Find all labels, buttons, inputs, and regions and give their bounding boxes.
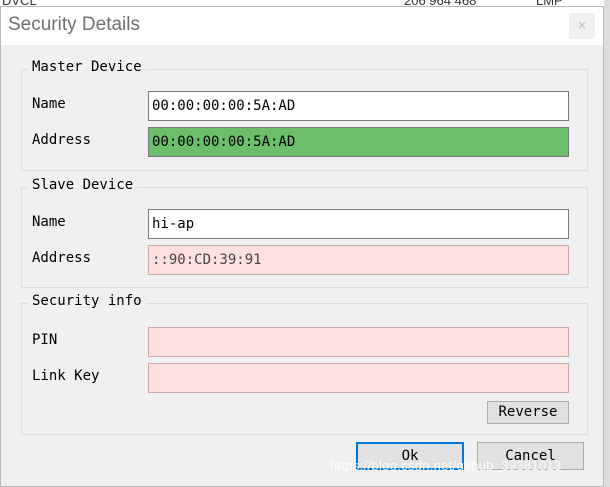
reverse-button[interactable]: Reverse bbox=[487, 401, 569, 424]
dialog-titlebar: Security Details × bbox=[1, 7, 603, 45]
slave-address-label: Address bbox=[32, 250, 92, 266]
master-device-title: Master Device bbox=[28, 59, 146, 75]
master-name-field[interactable]: 00:00:00:00:5A:AD bbox=[148, 91, 569, 121]
dialog-title: Security Details bbox=[8, 14, 140, 35]
watermark-text: https://blog.csdn.net/github_39381013 bbox=[330, 458, 562, 473]
slave-device-title: Slave Device bbox=[28, 177, 138, 193]
master-address-label: Address bbox=[32, 132, 92, 148]
slave-address-field[interactable]: ::90:CD:39:91 bbox=[148, 245, 569, 275]
background-window-edge bbox=[604, 0, 610, 487]
close-button[interactable]: × bbox=[569, 13, 595, 39]
slave-name-field[interactable]: hi-ap bbox=[148, 209, 569, 239]
master-address-field[interactable]: 00:00:00:00:5A:AD bbox=[148, 127, 569, 157]
link-key-field[interactable] bbox=[148, 363, 569, 393]
slave-device-group: Slave Device Name hi-ap Address ::90:CD:… bbox=[21, 177, 588, 288]
security-details-dialog: Security Details × Master Device Name 00… bbox=[0, 6, 604, 487]
master-device-group: Master Device Name 00:00:00:00:5A:AD Add… bbox=[21, 59, 588, 171]
pin-field[interactable] bbox=[148, 327, 569, 357]
security-info-group: Security info PIN Link Key Reverse bbox=[21, 293, 588, 435]
close-icon: × bbox=[577, 17, 587, 34]
security-info-title: Security info bbox=[28, 293, 146, 309]
slave-name-label: Name bbox=[32, 214, 66, 230]
pin-label: PIN bbox=[32, 332, 58, 348]
link-key-label: Link Key bbox=[32, 368, 100, 384]
master-name-label: Name bbox=[32, 96, 66, 112]
